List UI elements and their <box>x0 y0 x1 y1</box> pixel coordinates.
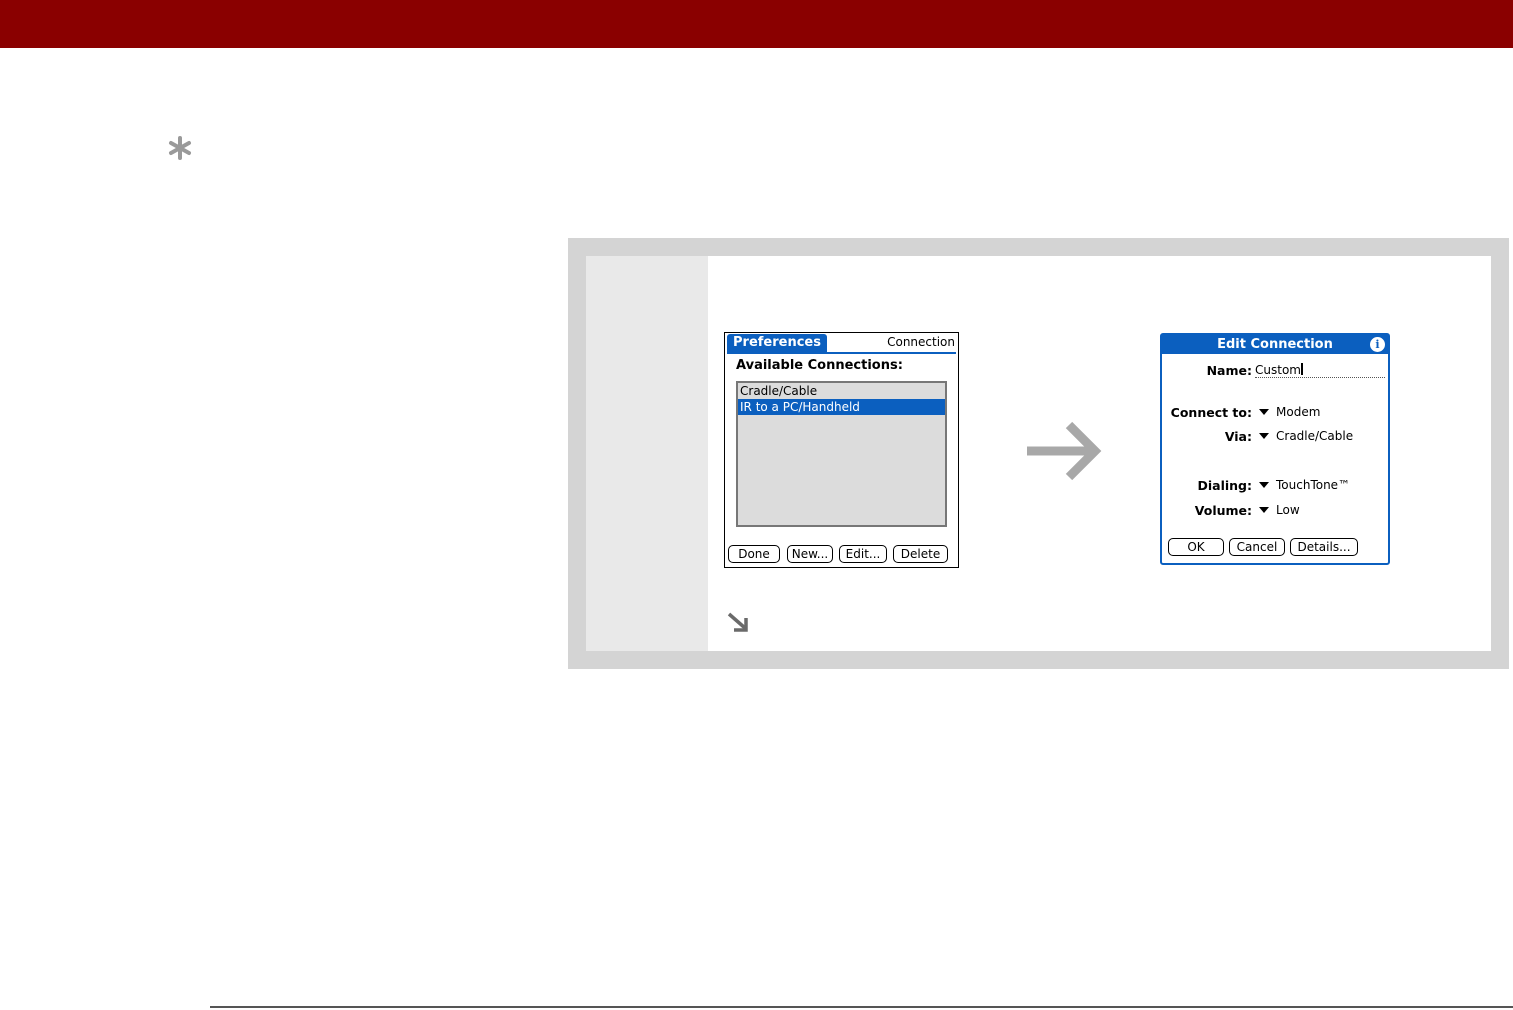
details-button[interactable]: Details... <box>1290 538 1358 556</box>
connect-to-label: Connect to: <box>1170 405 1252 420</box>
dropdown-triangle-icon[interactable] <box>1259 507 1269 513</box>
dropdown-triangle-icon[interactable] <box>1259 433 1269 439</box>
list-item[interactable]: Cradle/Cable <box>738 383 945 399</box>
done-button[interactable]: Done <box>728 545 780 563</box>
down-right-arrow-icon <box>727 612 748 632</box>
ok-button[interactable]: OK <box>1168 538 1224 556</box>
via-label: Via: <box>1224 429 1252 444</box>
dialing-label: Dialing: <box>1197 478 1252 493</box>
dropdown-triangle-icon[interactable] <box>1259 482 1269 488</box>
right-arrow-icon <box>1027 421 1102 481</box>
list-item-selected[interactable]: IR to a PC/Handheld <box>738 399 945 415</box>
edit-connection-dialog: Edit Connection i Name: Custom Connect t… <box>1160 333 1390 565</box>
delete-button[interactable]: Delete <box>893 545 948 563</box>
name-value: Custom <box>1255 363 1301 377</box>
volume-value[interactable]: Low <box>1276 503 1300 517</box>
title-underline <box>727 352 956 354</box>
name-label: Name: <box>1206 363 1252 378</box>
step-number-column <box>586 256 708 651</box>
available-connections-heading: Available Connections: <box>736 358 903 373</box>
info-icon[interactable]: i <box>1370 337 1385 352</box>
connections-list[interactable]: Cradle/Cable IR to a PC/Handheld <box>736 381 947 527</box>
volume-label: Volume: <box>1194 503 1252 518</box>
text-cursor <box>1300 363 1303 375</box>
preferences-tab[interactable]: Preferences <box>727 334 827 352</box>
connect-to-value[interactable]: Modem <box>1276 405 1320 419</box>
edit-button[interactable]: Edit... <box>839 545 887 563</box>
name-field[interactable]: Custom <box>1255 363 1385 378</box>
header-bar <box>0 0 1513 48</box>
footer-rule <box>210 1006 1513 1008</box>
panel-picker[interactable]: Connection <box>887 335 955 349</box>
dialing-value[interactable]: TouchTone™ <box>1276 478 1350 492</box>
dropdown-triangle-icon[interactable] <box>1259 409 1269 415</box>
dialog-title: Edit Connection <box>1162 335 1388 354</box>
cancel-button[interactable]: Cancel <box>1229 538 1285 556</box>
asterisk-tip-icon <box>169 136 191 160</box>
preferences-screen: Preferences Connection Available Connect… <box>724 332 959 568</box>
new-button[interactable]: New... <box>787 545 833 563</box>
via-value[interactable]: Cradle/Cable <box>1276 429 1353 443</box>
